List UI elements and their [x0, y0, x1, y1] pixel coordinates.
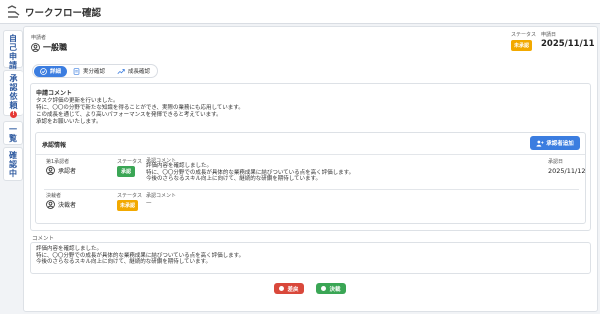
reject-button[interactable]: 差戻 [274, 283, 304, 294]
approver-comment: 評価内容を確認しました。 特に、〇〇分野での成長が具体的な業務成果に結びついてい… [146, 163, 354, 183]
approval-date: 2025/11/12 [548, 167, 586, 175]
document-icon [73, 67, 80, 75]
approve-icon [321, 286, 327, 291]
apply-date: 2025/11/11 [541, 39, 595, 49]
notification-badge: ! [10, 111, 17, 118]
applicant: 一般職 [31, 42, 67, 53]
approver-role-label: 決裁者 [46, 193, 62, 199]
add-user-icon [536, 140, 544, 147]
apply-date-label: 申請日 [541, 32, 557, 38]
sidebar-item-label: 確認中 [9, 151, 17, 178]
user-icon [46, 166, 55, 175]
approver-name: 承認者 [58, 168, 77, 175]
check-icon [40, 67, 47, 75]
reject-icon [279, 286, 285, 291]
approver-comment-label: 承認コメント [146, 193, 177, 199]
status-badge: 未承認 [511, 40, 533, 51]
divider [44, 189, 579, 190]
approval-info-box: 承認情報 承認者追加 第1承認者 承認者 ステータス 承認 承認コメント 評価内… [35, 132, 586, 224]
comment-line: 承認をお願いいたします。 [36, 119, 102, 125]
approval-info-title: 承認情報 [42, 142, 67, 149]
main-panel: 申請者 一般職 ステータス 未承認 申請日 2025/11/11 詳細 実分確認… [23, 26, 598, 312]
sidebar-item-label: 承認依頼 [9, 74, 18, 110]
comment-line: 特に、〇〇の分野で新たな知識を得ることができ、実際の業務にも応用しています。 [36, 105, 244, 111]
details-box: 申請コメント タスク評価の更新を行いました。 特に、〇〇の分野で新たな知識を得る… [30, 83, 591, 231]
user-icon [46, 200, 55, 209]
app-header: ワークフロー確認 [0, 0, 600, 24]
approve-button[interactable]: 決裁 [316, 283, 346, 294]
tab-label: 実分確認 [83, 69, 106, 75]
comment-textarea[interactable]: 評価内容を確認しました。 特に、〇〇分野での成長が具体的な業務成果に結びついてい… [30, 242, 591, 274]
trend-icon [117, 68, 125, 74]
approver-status-label: ステータス [117, 193, 143, 199]
tab-label: 詳細 [50, 69, 62, 75]
add-approver-button[interactable]: 承認者追加 [530, 136, 580, 150]
comment-line: この成長を通じて、より高いパフォーマンスを発揮できると考えています。 [36, 112, 222, 118]
sidebar-item-label: 一覧 [9, 125, 17, 143]
approver-status-badge: 未承認 [117, 200, 139, 211]
tab-label: 成長確認 [128, 69, 151, 75]
workflow-icon [7, 4, 20, 18]
approver: 決裁者 [46, 200, 76, 209]
sidebar-item-self-apply[interactable]: 自己申請 [3, 30, 23, 70]
divider [36, 154, 585, 155]
application-comment: タスク評価の更新を行いました。 特に、〇〇の分野で新たな知識を得ることができ、実… [36, 98, 244, 126]
tab-growth[interactable]: 成長確認 [111, 66, 156, 77]
tab-bar: 詳細 実分確認 成長確認 [32, 64, 159, 78]
approver-status-badge: 承認 [117, 166, 136, 177]
sidebar-item-list[interactable]: 一覧 [3, 121, 23, 145]
approver-role-label: 第1承認者 [46, 159, 70, 165]
comment-line: 今後のさらなるスキル向上に向けて、継続的な研鑽を期待しています。 [146, 176, 322, 182]
approver-comment: — [146, 200, 152, 206]
comment-input-label: コメント [32, 236, 55, 242]
approver-name: 決裁者 [58, 202, 77, 209]
sidebar-item-label: 自己申請 [9, 34, 17, 70]
comment-line: タスク評価の更新を行いました。 [36, 98, 119, 104]
applicant-label: 申請者 [31, 35, 47, 41]
tab-results[interactable]: 実分確認 [67, 66, 111, 77]
approver-status-label: ステータス [117, 159, 143, 165]
page-title: ワークフロー確認 [25, 7, 102, 19]
comment-section-title: 申請コメント [36, 90, 73, 97]
user-icon [31, 43, 40, 52]
applicant-name: 一般職 [43, 43, 67, 52]
add-approver-label: 承認者追加 [546, 141, 574, 147]
approver: 承認者 [46, 166, 76, 175]
sidebar-item-approval-request[interactable]: 承認依頼 ! [3, 70, 23, 118]
tab-details[interactable]: 詳細 [34, 65, 68, 77]
sidebar-item-confirming[interactable]: 確認中 [3, 147, 23, 181]
approval-date-label: 承認日 [548, 159, 564, 165]
reject-label: 差戻 [287, 286, 299, 293]
approve-label: 決裁 [329, 286, 341, 293]
status-label: ステータス [511, 32, 537, 38]
comment-line: 今後のさらなるスキル向上に向けて、継続的な研鑽を期待しています。 [36, 259, 212, 265]
